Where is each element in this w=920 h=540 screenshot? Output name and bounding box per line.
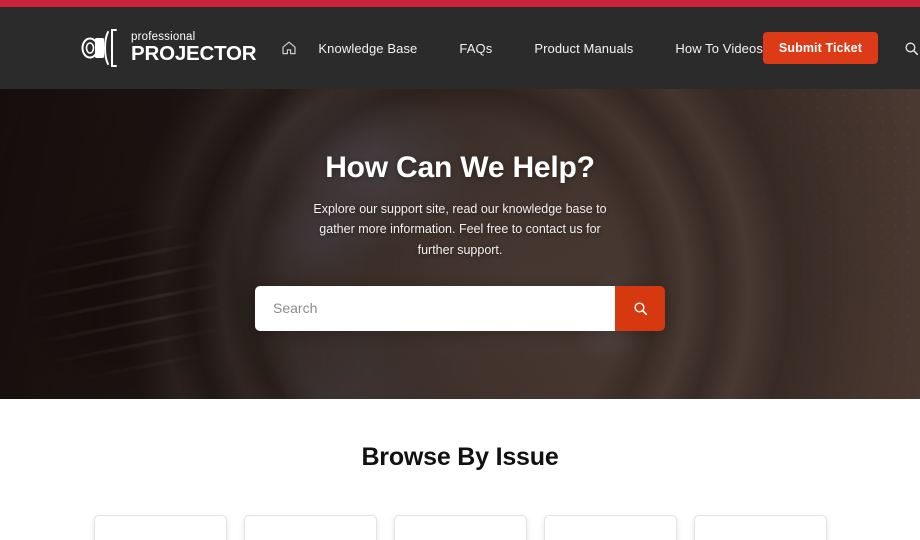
top-accent-bar	[0, 0, 920, 7]
site-header: professional PROJECTOR Knowledge Base FA…	[0, 7, 920, 89]
hero-section: How Can We Help? Explore our support sit…	[0, 89, 920, 399]
nav-item-product-manuals[interactable]: Product Manuals	[534, 35, 633, 62]
search-submit-button[interactable]	[615, 285, 665, 331]
browse-section-title: Browse By Issue	[361, 443, 559, 471]
hero-title: How Can We Help?	[325, 151, 595, 184]
nav-item-faqs[interactable]: FAQs	[459, 35, 492, 62]
search-icon	[633, 301, 648, 316]
issue-card[interactable]	[393, 515, 527, 540]
search-icon[interactable]	[902, 38, 920, 58]
nav-item-knowledge-base[interactable]: Knowledge Base	[318, 35, 417, 62]
brand-main-label: PROJECTOR	[131, 42, 257, 65]
projector-lens-icon	[78, 28, 124, 68]
brand-wordmark: professional PROJECTOR	[131, 31, 257, 65]
issue-card-grid	[0, 515, 920, 540]
nav-item-how-to-videos[interactable]: How To Videos	[675, 35, 763, 62]
hero-content: How Can We Help? Explore our support sit…	[0, 89, 920, 331]
submit-ticket-button[interactable]: Submit Ticket	[762, 32, 878, 64]
browse-by-issue-section: Browse By Issue	[0, 399, 920, 540]
main-navigation: Knowledge Base FAQs Product Manuals How …	[274, 33, 763, 63]
hero-search-bar	[255, 285, 665, 331]
issue-card[interactable]	[693, 515, 827, 540]
brand-logo[interactable]: professional PROJECTOR	[78, 28, 257, 68]
issue-card[interactable]	[93, 515, 227, 540]
hero-subtitle: Explore our support site, read our knowl…	[313, 202, 607, 257]
header-actions: Submit Ticket Login	[762, 32, 920, 64]
search-input[interactable]	[255, 285, 615, 331]
issue-card[interactable]	[243, 515, 377, 540]
home-icon[interactable]	[274, 33, 304, 63]
issue-card[interactable]	[543, 515, 677, 540]
